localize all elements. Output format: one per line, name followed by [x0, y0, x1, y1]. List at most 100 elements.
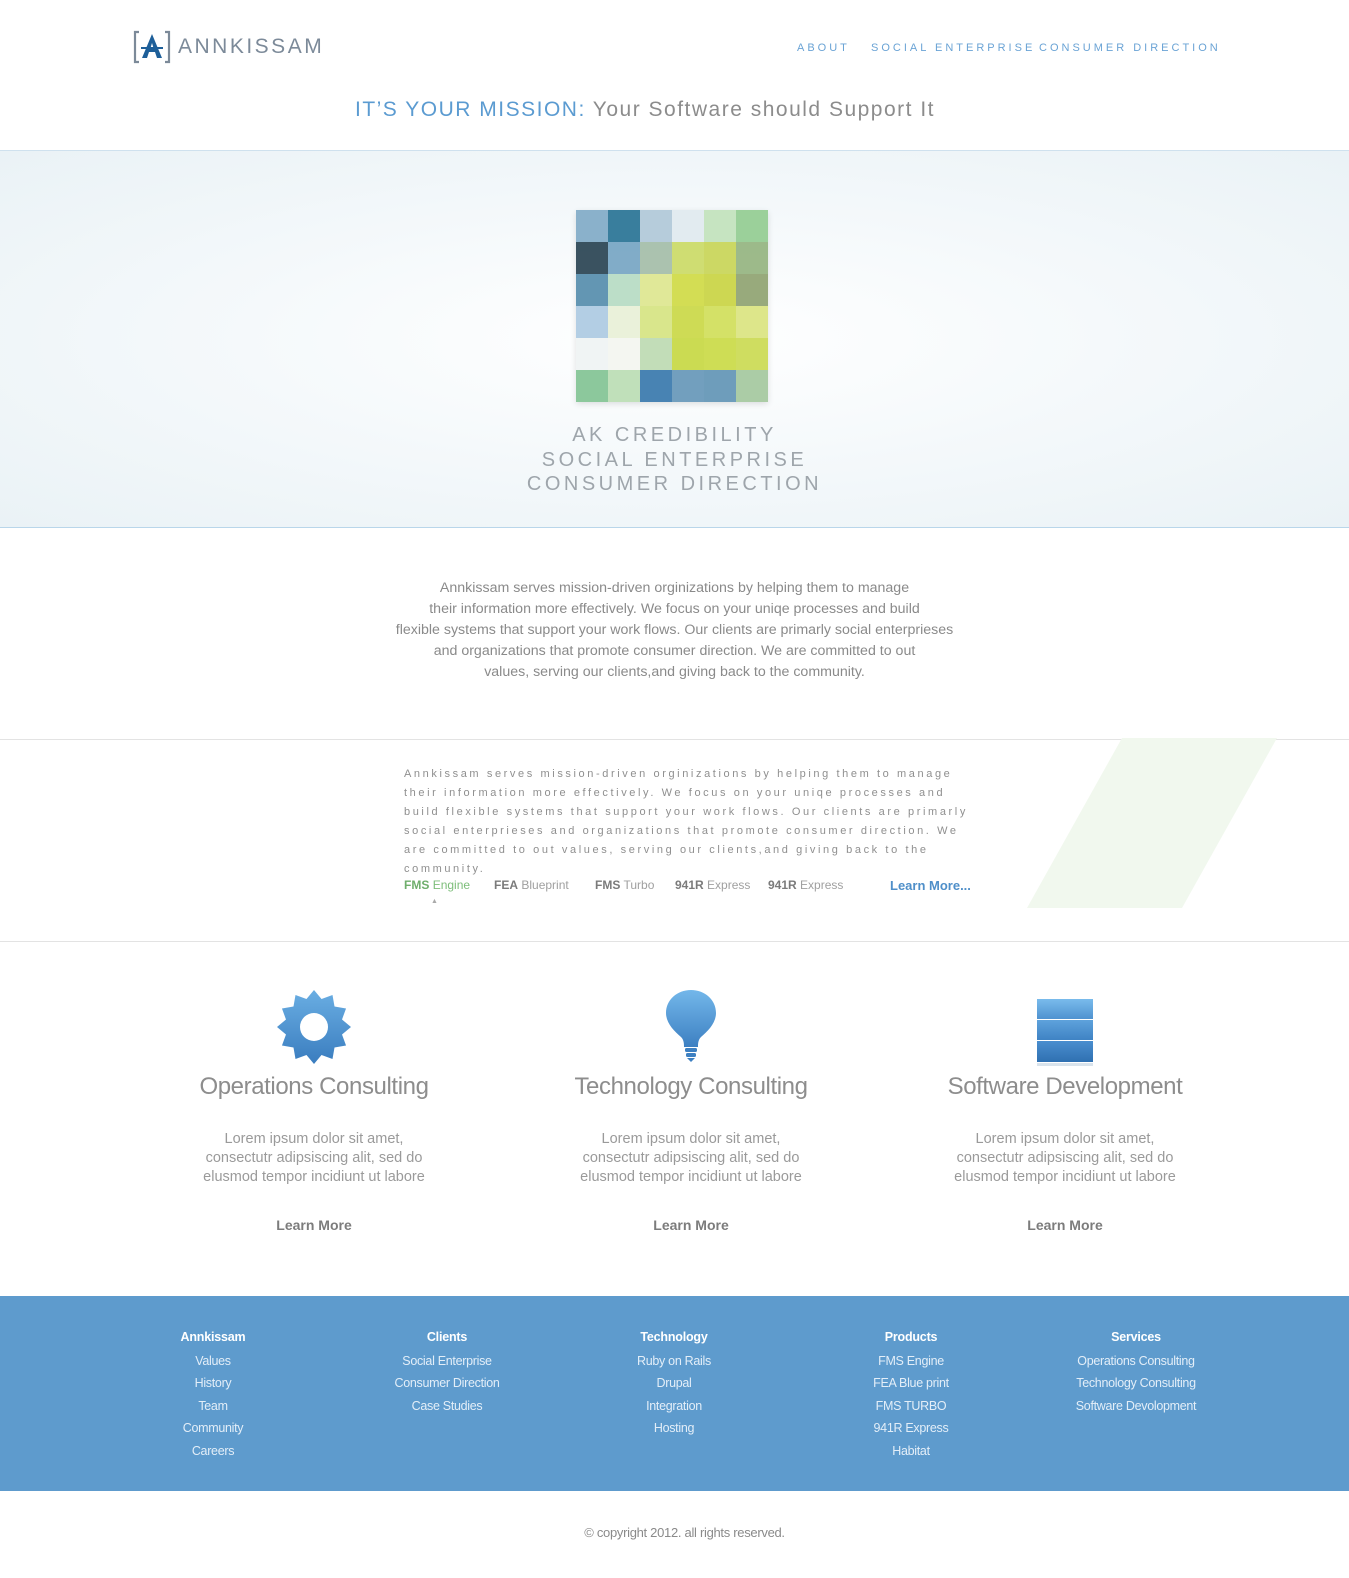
mosaic-tile [736, 242, 768, 274]
products-learn-more-link[interactable]: Learn More... [890, 878, 971, 893]
mosaic-tile [576, 338, 608, 370]
products-line: social enterprieses and organizations th… [404, 825, 959, 837]
site-footer: Annkissam Values History Team Community … [0, 1296, 1349, 1491]
product-bold: 941R [768, 878, 797, 892]
footer-link-social-enterprise[interactable]: Social Enterprise [337, 1350, 557, 1372]
technology-learn-more-link[interactable]: Learn More [501, 1217, 881, 1233]
mosaic-tile [640, 370, 672, 402]
lightbulb-icon [651, 989, 731, 1069]
mosaic-tile [576, 274, 608, 306]
product-bold: FMS [595, 878, 621, 892]
footer-link-operations-consulting[interactable]: Operations Consulting [1026, 1350, 1246, 1372]
software-learn-more-link[interactable]: Learn More [875, 1217, 1255, 1233]
nav-social-enterprise[interactable]: SOCIAL ENTERPRISE [871, 42, 1035, 54]
product-tab-941r-express[interactable]: 941R Express [675, 878, 750, 892]
footer-column-annkissam: Annkissam Values History Team Community … [103, 1330, 323, 1462]
mosaic-tile [608, 370, 640, 402]
service-desc-line: elusmod tempor incidiunt ut labore [580, 1169, 802, 1185]
copyright: © copyright 2012. all rights reserved. [584, 1525, 785, 1540]
service-desc-line: elusmod tempor incidiunt ut labore [203, 1169, 425, 1185]
product-tab-fms-turbo[interactable]: FMS Turbo [595, 878, 654, 892]
product-light: Blueprint [521, 878, 569, 892]
footer-heading: Products [884, 1330, 938, 1344]
mosaic-tile [704, 306, 736, 338]
service-desc-line: consectutr adipsiscing alit, sed do [956, 1150, 1174, 1166]
service-desc-line: consectutr adipsiscing alit, sed do [205, 1150, 423, 1166]
footer-link-hosting[interactable]: Hosting [564, 1417, 784, 1439]
nav-consumer-direction[interactable]: CONSUMER DIRECTION [1039, 42, 1221, 54]
mosaic-tile [640, 210, 672, 242]
service-desc-line: Lorem ipsum dolor sit amet, [601, 1131, 781, 1147]
footer-link-case-studies[interactable]: Case Studies [337, 1395, 557, 1417]
footer-link-community[interactable]: Community [103, 1417, 323, 1439]
mosaic-tile [704, 338, 736, 370]
footer-link-drupal[interactable]: Drupal [564, 1372, 784, 1394]
service-title: Technology Consulting [574, 1073, 808, 1100]
nav-about[interactable]: ABOUT [797, 42, 850, 54]
mosaic-tile [672, 210, 704, 242]
mosaic-tile [704, 242, 736, 274]
footer-link-fea-blueprint[interactable]: FEA Blue print [801, 1372, 1021, 1394]
about-line: and organizations that promote consumer … [433, 643, 916, 659]
footer-link-habitat[interactable]: Habitat [801, 1440, 1021, 1462]
footer-column-products: Products FMS Engine FEA Blue print FMS T… [801, 1330, 1021, 1462]
services-section: Operations Consulting Lorem ipsum dolor … [0, 942, 1349, 1294]
mosaic-tile [736, 274, 768, 306]
hero-line-consumer-direction: CONSUMER DIRECTION [526, 473, 823, 495]
mosaic-tile [640, 242, 672, 274]
mosaic-tile [608, 338, 640, 370]
footer-heading: Technology [640, 1330, 708, 1344]
mosaic-tile [736, 210, 768, 242]
product-tab-fms-engine[interactable]: FMS Engine [404, 878, 470, 892]
mosaic-tile [704, 210, 736, 242]
products-line: their information more effectively. We f… [404, 787, 946, 799]
footer-column-technology: Technology Ruby on Rails Drupal Integrat… [564, 1330, 784, 1440]
footer-link-fms-turbo[interactable]: FMS TURBO [801, 1395, 1021, 1417]
service-desc-line: elusmod tempor incidiunt ut labore [954, 1169, 1176, 1185]
service-title: Operations Consulting [199, 1073, 429, 1100]
product-tab-fea-blueprint[interactable]: FEA Blueprint [494, 878, 569, 892]
mission-highlight: IT’S YOUR MISSION: [354, 98, 586, 121]
product-light: Turbo [623, 878, 655, 892]
mosaic-tile [576, 306, 608, 338]
mosaic-tile [576, 210, 608, 242]
product-light: Express [800, 878, 844, 892]
mission-rest: Your Software should Support It [585, 98, 935, 121]
footer-link-fms-engine[interactable]: FMS Engine [801, 1350, 1021, 1372]
mosaic-tile [640, 306, 672, 338]
mosaic-tile [736, 338, 768, 370]
footer-heading: Clients [426, 1330, 468, 1344]
footer-link-941r-express[interactable]: 941R Express [801, 1417, 1021, 1439]
mosaic-tile [672, 274, 704, 306]
mosaic-tile [640, 274, 672, 306]
footer-link-technology-consulting[interactable]: Technology Consulting [1026, 1372, 1246, 1394]
footer-link-values[interactable]: Values [103, 1350, 323, 1372]
footer-link-consumer-direction[interactable]: Consumer Direction [337, 1372, 557, 1394]
service-description: Lorem ipsum dolor sit amet, consectutr a… [124, 1130, 504, 1187]
product-tabs: FMS Engine ▲ FEA Blueprint FMS Turbo 941… [404, 878, 1004, 905]
footer-link-history[interactable]: History [103, 1372, 323, 1394]
about-line: their information more effectively. We f… [429, 601, 920, 617]
about-line: values, serving our clients,and giving b… [484, 664, 865, 680]
products-line: are committed to out values, serving our… [404, 844, 929, 875]
mosaic-tile [704, 274, 736, 306]
mosaic-tile [672, 242, 704, 274]
footer-link-software-development[interactable]: Software Devolopment [1026, 1395, 1246, 1417]
product-tab-941r-express-2[interactable]: 941R Express [768, 878, 843, 892]
footer-link-integration[interactable]: Integration [564, 1395, 784, 1417]
footer-link-team[interactable]: Team [103, 1395, 323, 1417]
footer-column-services: Services Operations Consulting Technolog… [1026, 1330, 1246, 1417]
mosaic-tile [672, 306, 704, 338]
operations-learn-more-link[interactable]: Learn More [124, 1217, 504, 1233]
hero-line-credibility: AK CREDIBILITY [572, 424, 777, 446]
hero-mosaic [576, 210, 768, 402]
mosaic-tile [672, 338, 704, 370]
product-bold: FMS [404, 878, 430, 892]
mosaic-tile [576, 242, 608, 274]
mosaic-tile [576, 370, 608, 402]
footer-heading: Services [1111, 1330, 1161, 1344]
service-description: Lorem ipsum dolor sit amet, consectutr a… [501, 1130, 881, 1187]
service-description: Lorem ipsum dolor sit amet, consectutr a… [875, 1130, 1255, 1187]
footer-link-ruby-on-rails[interactable]: Ruby on Rails [564, 1350, 784, 1372]
footer-link-careers[interactable]: Careers [103, 1440, 323, 1462]
